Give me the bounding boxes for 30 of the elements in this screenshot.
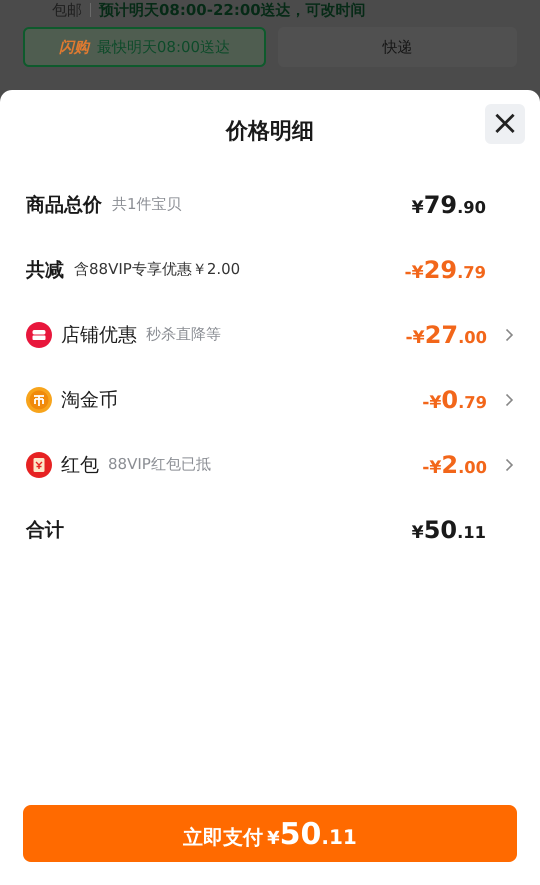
sheet-title: 价格明细 (226, 118, 314, 146)
delivery-option[interactable]: 快递 (278, 27, 517, 67)
row-note: 含88VIP专享优惠￥2.00 (74, 260, 240, 279)
price-amount: ¥79.90 (412, 190, 486, 218)
envelope-icon (26, 452, 52, 478)
row-label: 店铺优惠 (61, 322, 137, 348)
delivery-option[interactable]: 闪购 最快明天08:00送达 (23, 27, 266, 67)
price-amount: -¥27.00 (406, 320, 487, 348)
shop-icon (26, 322, 52, 348)
coin-icon (26, 386, 52, 412)
price-amount: ¥50.11 (412, 516, 486, 544)
chevron-icon[interactable] (505, 392, 514, 406)
logo: 闪购 (58, 38, 89, 56)
pay-button[interactable]: 立即支付 ¥50.11 (23, 805, 517, 862)
delivery-note: 预计明天08:00-22:00送达，可改时间 (99, 0, 366, 20)
row-label: 商品总价 (26, 192, 102, 218)
row-note: 88VIP红包已抵 (108, 455, 211, 474)
chevron-icon[interactable] (505, 328, 514, 342)
delivery-time: 最快明天08:00送达 (96, 38, 230, 56)
price-amount: -¥2.00 (422, 450, 487, 478)
row-note: 共1件宝贝 (112, 195, 182, 214)
row-label: 淘金币 (61, 388, 118, 412)
close-button[interactable]: × (485, 104, 525, 144)
row-label: 合计 (26, 518, 64, 542)
chevron-icon[interactable] (505, 458, 514, 472)
row-label: 共减 (26, 258, 64, 282)
row-label: 红包 (61, 452, 99, 478)
row-note: 秒杀直降等 (146, 325, 221, 344)
price-amount: -¥29.79 (404, 256, 486, 284)
price-amount: -¥0.79 (422, 386, 487, 414)
